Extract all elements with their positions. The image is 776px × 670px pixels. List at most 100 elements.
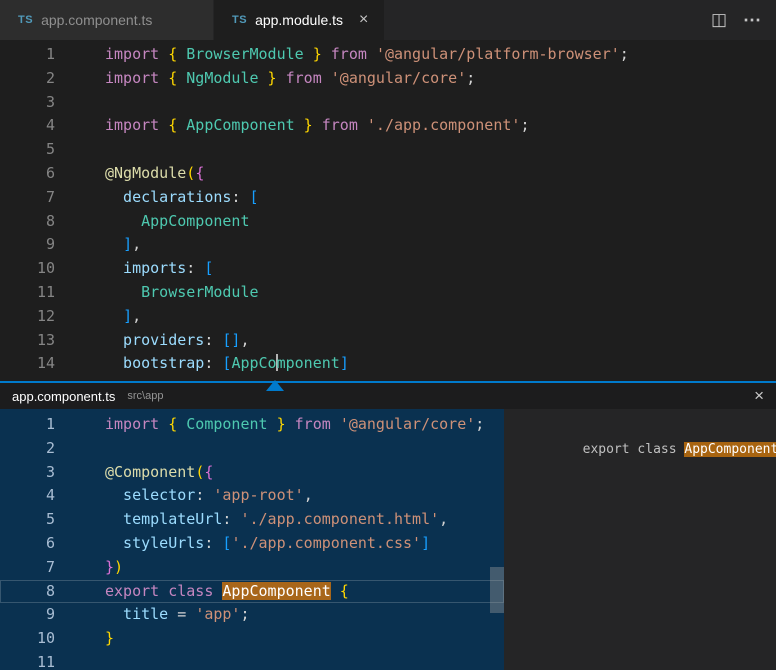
code-line-11[interactable]: 11 (0, 651, 504, 670)
code-text: title = 'app'; (55, 603, 250, 627)
code-line-9[interactable]: 9 ], (0, 233, 776, 257)
line-number[interactable]: 11 (0, 651, 55, 670)
highlighted-match: AppComponent (684, 442, 776, 457)
code-token: from (322, 45, 376, 63)
peek-editor-scrollbar[interactable] (490, 567, 504, 613)
code-token: from (277, 69, 331, 87)
code-token: ( (195, 463, 204, 481)
line-number[interactable]: 5 (0, 138, 55, 162)
code-line-4[interactable]: 4 selector: 'app-root', (0, 484, 504, 508)
line-number[interactable]: 2 (0, 437, 55, 461)
reference-preview-text: export class AppComponent { (583, 442, 776, 457)
code-line-5[interactable]: 5 (0, 138, 776, 162)
code-line-12[interactable]: 12 ], (0, 305, 776, 329)
peek-references-list: export class AppComponent { (504, 409, 776, 670)
code-token: export class (583, 442, 685, 457)
code-token: [] (222, 331, 240, 349)
code-token: bootstrap (105, 354, 204, 372)
code-text: providers: [], (55, 329, 250, 353)
line-number[interactable]: 3 (0, 461, 55, 485)
code-text: imports: [ (55, 257, 213, 281)
code-line-1[interactable]: 1import { Component } from '@angular/cor… (0, 413, 504, 437)
code-line-1[interactable]: 1import { BrowserModule } from '@angular… (0, 43, 776, 67)
code-token: : (204, 331, 222, 349)
editor-actions: ◫ ⋯ (711, 0, 776, 40)
split-editor-icon[interactable]: ◫ (711, 10, 727, 30)
code-text: selector: 'app-root', (55, 484, 313, 508)
code-line-9[interactable]: 9 title = 'app'; (0, 603, 504, 627)
code-token: { (168, 45, 186, 63)
code-token: templateUrl (105, 510, 222, 528)
code-line-4[interactable]: 4import { AppComponent } from './app.com… (0, 114, 776, 138)
tab-app-component-ts[interactable]: TS app.component.ts (0, 0, 214, 40)
code-token: , (132, 307, 141, 325)
code-text: import { Component } from '@angular/core… (55, 413, 484, 437)
code-line-10[interactable]: 10} (0, 627, 504, 651)
line-number[interactable]: 7 (0, 556, 55, 580)
code-line-3[interactable]: 3 (0, 91, 776, 115)
code-token: , (439, 510, 448, 528)
code-token: : (231, 188, 249, 206)
code-line-10[interactable]: 10 imports: [ (0, 257, 776, 281)
code-text: declarations: [ (55, 186, 259, 210)
code-token: imports (105, 259, 186, 277)
line-number[interactable]: 9 (0, 603, 55, 627)
code-token: , (240, 331, 249, 349)
code-line-6[interactable]: 6@NgModule({ (0, 162, 776, 186)
tab-app-module-ts[interactable]: TS app.module.ts × (214, 0, 384, 40)
line-number[interactable]: 6 (0, 532, 55, 556)
line-number[interactable]: 13 (0, 329, 55, 353)
code-line-7[interactable]: 7 declarations: [ (0, 186, 776, 210)
line-number[interactable]: 11 (0, 281, 55, 305)
code-token: '@angular/platform-browser' (376, 45, 620, 63)
code-token: './app.component.html' (240, 510, 439, 528)
code-token: { (168, 116, 186, 134)
line-number[interactable]: 1 (0, 413, 55, 437)
code-token: @Component (105, 463, 195, 481)
line-number[interactable]: 14 (0, 352, 55, 376)
more-actions-icon[interactable]: ⋯ (743, 10, 762, 31)
line-number[interactable]: 3 (0, 91, 55, 115)
line-number[interactable]: 4 (0, 114, 55, 138)
code-token: : (186, 259, 204, 277)
code-line-14[interactable]: 14 bootstrap: [AppComponent] (0, 352, 776, 376)
line-number[interactable]: 5 (0, 508, 55, 532)
peek-header: app.component.ts src\app × (0, 383, 776, 409)
code-line-11[interactable]: 11 BrowserModule (0, 281, 776, 305)
code-token: } (268, 415, 286, 433)
code-line-6[interactable]: 6 styleUrls: ['./app.component.css'] (0, 532, 504, 556)
line-number[interactable]: 2 (0, 67, 55, 91)
code-token: BrowserModule (105, 283, 259, 301)
line-number[interactable]: 10 (0, 257, 55, 281)
code-line-7[interactable]: 7}) (0, 556, 504, 580)
code-text (55, 91, 105, 115)
close-tab-icon[interactable]: × (359, 11, 368, 29)
line-number[interactable]: 8 (0, 210, 55, 234)
code-line-3[interactable]: 3@Component({ (0, 461, 504, 485)
code-token: ; (240, 605, 249, 623)
code-line-2[interactable]: 2 (0, 437, 504, 461)
code-text (55, 138, 105, 162)
peek-title: app.component.ts (12, 389, 115, 404)
code-token: title (105, 605, 177, 623)
code-token: class (168, 582, 222, 600)
line-number[interactable]: 4 (0, 484, 55, 508)
line-number[interactable]: 7 (0, 186, 55, 210)
peek-close-icon[interactable]: × (754, 386, 764, 406)
code-line-13[interactable]: 13 providers: [], (0, 329, 776, 353)
editor-app-module: 1import { BrowserModule } from '@angular… (0, 40, 776, 381)
line-number[interactable]: 8 (0, 580, 55, 604)
reference-list-item[interactable]: export class AppComponent { (504, 415, 776, 438)
code-line-2[interactable]: 2import { NgModule } from '@angular/core… (0, 67, 776, 91)
line-number[interactable]: 12 (0, 305, 55, 329)
code-line-8[interactable]: 8export class AppComponent { (0, 580, 504, 604)
code-line-5[interactable]: 5 templateUrl: './app.component.html', (0, 508, 504, 532)
line-number[interactable]: 9 (0, 233, 55, 257)
line-number[interactable]: 1 (0, 43, 55, 67)
peek-editor: 1import { Component } from '@angular/cor… (0, 409, 504, 670)
line-number[interactable]: 6 (0, 162, 55, 186)
code-token: mponent (277, 354, 340, 372)
code-text: @NgModule({ (55, 162, 204, 186)
code-line-8[interactable]: 8 AppComponent (0, 210, 776, 234)
line-number[interactable]: 10 (0, 627, 55, 651)
